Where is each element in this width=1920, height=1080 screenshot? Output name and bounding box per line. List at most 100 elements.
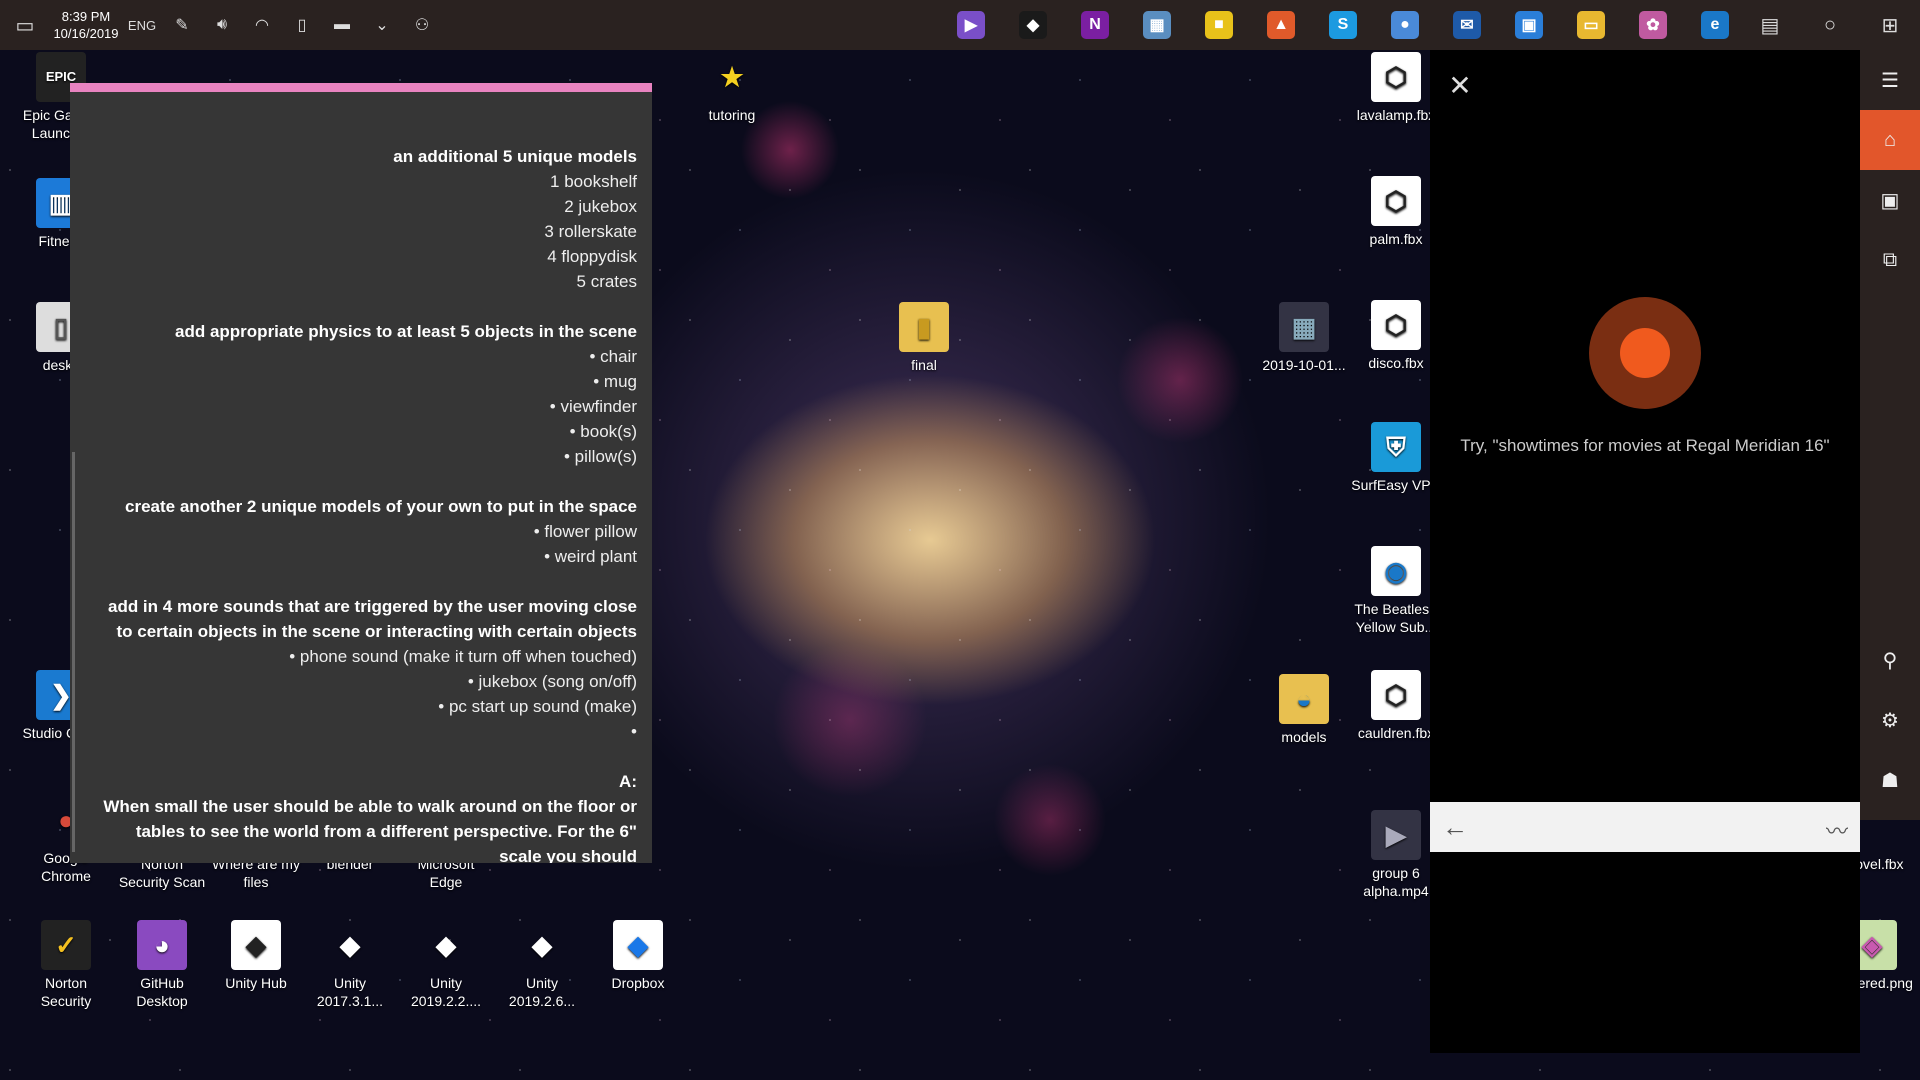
sticky-note-text[interactable]: an additional 5 unique models 1 bookshelf… xyxy=(77,144,637,863)
palm-icon: ⬡ xyxy=(1371,176,1421,226)
pen-icon[interactable]: ✎ xyxy=(162,0,202,50)
battery-icon[interactable]: ▬ xyxy=(322,0,362,50)
desktop-icon-unity2019b[interactable]: ◆ Unity 2019.2.6... xyxy=(496,920,588,1010)
desktop-icon-dropbox[interactable]: ◆ Dropbox xyxy=(592,920,684,992)
taskbar-app-sticky-notes[interactable]: ■ xyxy=(1188,0,1250,50)
tablet-icon[interactable]: ▯ xyxy=(282,0,322,50)
brave-icon: ▲ xyxy=(1267,11,1295,39)
cortana-rail: ☰ ⌂ ▣ ⧉ ⚲ ⚙ ☗ xyxy=(1860,50,1920,820)
desktop-icon-cauldren[interactable]: ⬡ cauldren.fbx xyxy=(1350,670,1442,742)
sticky-line xyxy=(77,744,637,769)
volume-icon[interactable]: 🔊︎ xyxy=(202,0,242,50)
start-icon[interactable]: ⊞ xyxy=(1860,0,1920,50)
desktop-icon-label: GitHub Desktop xyxy=(136,975,188,1009)
taskbar-app-paint[interactable]: ✿ xyxy=(1622,0,1684,50)
desktop-icon-tutoring[interactable]: ★ tutoring xyxy=(686,52,778,124)
account-icon[interactable]: ⚲ xyxy=(1860,630,1920,690)
taskbar-app-brave[interactable]: ▲ xyxy=(1250,0,1312,50)
microphone-icon[interactable]: 〰 xyxy=(1826,814,1848,846)
desktop-icon-label: tutoring xyxy=(708,107,756,123)
sticky-note[interactable]: an additional 5 unique models 1 bookshelf… xyxy=(70,83,652,863)
clock-time: 8:39 PM xyxy=(61,9,111,24)
sticky-scrollbar[interactable] xyxy=(72,452,75,852)
devices-icon[interactable]: ⧉ xyxy=(1860,230,1920,290)
sticky-line: tables to see the world from a different… xyxy=(135,822,637,841)
taskbar-app-visual-studio[interactable]: ▶ xyxy=(940,0,1002,50)
models-icon: ◒ xyxy=(1279,674,1329,724)
sticky-line: add in 4 more sounds that are triggered … xyxy=(107,597,637,616)
unity2017-icon: ◆ xyxy=(340,930,360,960)
taskbar-app-monitor-app[interactable]: ▦ xyxy=(1126,0,1188,50)
back-arrow-icon[interactable]: ← xyxy=(1442,812,1468,843)
desktop-icon-label: SurfEasy VPN xyxy=(1351,477,1441,493)
home-icon[interactable]: ⌂ xyxy=(1860,110,1920,170)
desktop-icon-screenshot[interactable]: ▦ 2019-10-01... xyxy=(1258,302,1350,374)
close-icon[interactable]: ✕ xyxy=(1440,66,1480,106)
sticky-line: • xyxy=(631,722,637,741)
sticky-line: add appropriate physics to at least 5 ob… xyxy=(175,322,637,341)
desktop-icon-lavalamp[interactable]: ⬡ lavalamp.fbx xyxy=(1350,52,1442,124)
cortana-orb[interactable] xyxy=(1589,297,1701,409)
desktop-icon-label: models xyxy=(1281,729,1327,745)
desktop-icon-disco[interactable]: ⬡ disco.fbx xyxy=(1350,300,1442,372)
taskbar-app-unity[interactable]: ◆ xyxy=(1002,0,1064,50)
paint-icon: ✿ xyxy=(1639,11,1667,39)
desktop-icon-github[interactable]: ◕ GitHub Desktop xyxy=(116,920,208,1010)
feedback-icon[interactable]: ☗ xyxy=(1860,750,1920,810)
action-center-icon[interactable]: ▭ xyxy=(0,0,50,50)
desktop-icon-unity2017[interactable]: ◆ Unity 2017.3.1... xyxy=(304,920,396,1010)
notebook-icon[interactable]: ▣ xyxy=(1860,170,1920,230)
chrome-icon: ● xyxy=(1391,11,1419,39)
taskbar-app-onenote[interactable]: N xyxy=(1064,0,1126,50)
unity2019b-icon: ◆ xyxy=(532,930,552,960)
taskbar-app-store[interactable]: ▣ xyxy=(1498,0,1560,50)
onenote-icon: N xyxy=(1081,11,1109,39)
github-icon: ◕ xyxy=(137,920,187,970)
file-explorer-icon: ▭ xyxy=(1577,11,1605,39)
sticky-line: • jukebox (song on/off) xyxy=(467,672,637,691)
rail-spacer xyxy=(1860,290,1920,630)
desktop-icon-final[interactable]: ▮ final xyxy=(878,302,970,374)
sticky-line: • phone sound (make it turn off when tou… xyxy=(289,647,637,666)
norton-icon: ✓ xyxy=(41,920,91,970)
task-view-icon[interactable]: ▤ xyxy=(1740,0,1800,50)
taskbar-app-edge[interactable]: e xyxy=(1684,0,1746,50)
desktop-icon-unity2019a[interactable]: ◆ Unity 2019.2.2.... xyxy=(400,920,492,1010)
edge-icon: e xyxy=(1701,11,1729,39)
menu-icon[interactable]: ☰ xyxy=(1860,50,1920,110)
clock-date: 10/16/2019 xyxy=(53,26,119,41)
desktop-icon-beatles[interactable]: ◉ The Beatles - Yellow Sub... xyxy=(1350,546,1442,636)
desktop-icon-label: palm.fbx xyxy=(1369,231,1423,247)
unityhub-icon: ◆ xyxy=(231,920,281,970)
tutoring-icon: ★ xyxy=(720,62,744,92)
sticky-line: A: xyxy=(619,772,637,791)
wifi-icon[interactable]: ◠ xyxy=(242,0,282,50)
desktop-icon-models[interactable]: ◒ models xyxy=(1258,674,1350,746)
beatles-icon: ◉ xyxy=(1371,546,1421,596)
sticky-line: scale you should xyxy=(499,847,637,863)
lavalamp-icon: ⬡ xyxy=(1371,52,1421,102)
desktop-icon-norton[interactable]: ✓ Norton Security xyxy=(20,920,112,1010)
taskbar-app-chrome[interactable]: ● xyxy=(1374,0,1436,50)
cortana-input-bar[interactable]: ← 〰 xyxy=(1430,802,1860,852)
taskbar-app-mail[interactable]: ✉ xyxy=(1436,0,1498,50)
desktop-icon-unityhub[interactable]: ◆ Unity Hub xyxy=(210,920,302,992)
sticky-line: • pc start up sound (make) xyxy=(438,697,637,716)
taskbar-app-skype[interactable]: S xyxy=(1312,0,1374,50)
settings-icon[interactable]: ⚙ xyxy=(1860,690,1920,750)
desktop-icon-group6[interactable]: ▶ group 6 alpha.mp4 xyxy=(1350,810,1442,900)
sticky-line: 4 floppydisk xyxy=(547,247,637,266)
desktop-icon-label: group 6 alpha.mp4 xyxy=(1363,865,1429,899)
desktop-icon-palm[interactable]: ⬡ palm.fbx xyxy=(1350,176,1442,248)
cortana-orb-core xyxy=(1620,328,1670,378)
desktop-icon-label: Unity 2019.2.2.... xyxy=(410,975,482,1009)
search-circle-icon[interactable]: ○ xyxy=(1800,0,1860,50)
clock[interactable]: 8:39 PM 10/16/2019 xyxy=(50,8,122,42)
people-icon[interactable]: ⚇ xyxy=(402,0,442,50)
desktop-icon-label: final xyxy=(911,357,937,373)
desktop-icon-surfeasy[interactable]: ⛨ SurfEasy VPN xyxy=(1350,422,1442,494)
system-tray: ▭ 8:39 PM 10/16/2019 ENG ✎ 🔊︎ ◠ ▯ ▬ ⌄ ⚇ xyxy=(0,0,442,50)
language-indicator[interactable]: ENG xyxy=(122,0,162,50)
chevron-up-icon[interactable]: ⌄ xyxy=(362,0,402,50)
taskbar-app-file-explorer[interactable]: ▭ xyxy=(1560,0,1622,50)
